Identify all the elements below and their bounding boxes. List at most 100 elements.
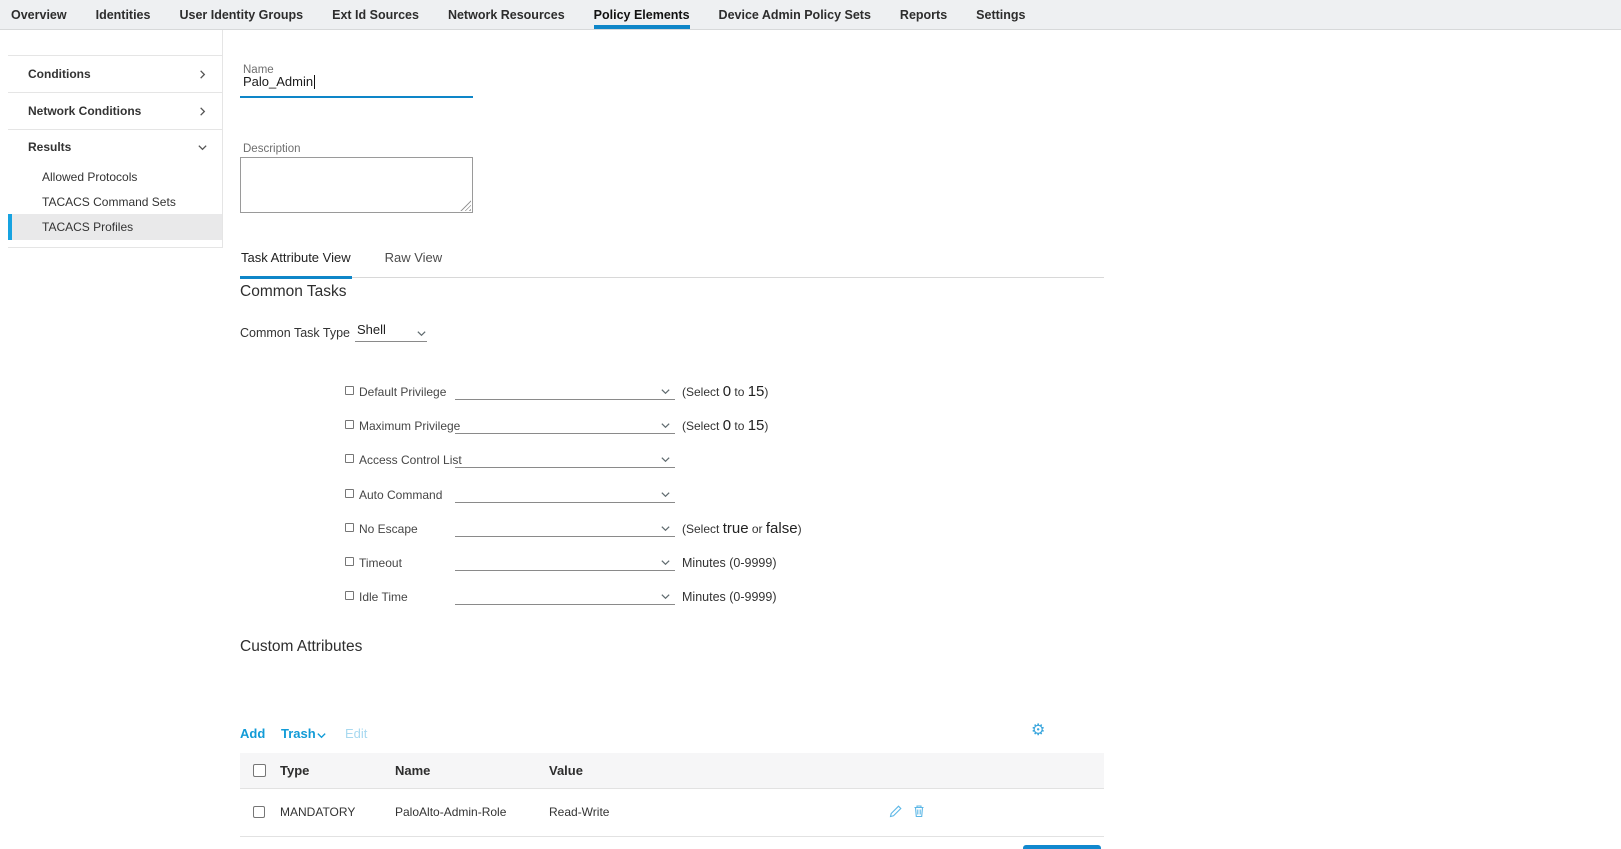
select-all-checkbox[interactable]	[253, 764, 266, 777]
task-row: Access Control List	[345, 451, 865, 473]
description-input[interactable]	[240, 157, 473, 213]
hint-part: 0	[723, 383, 731, 400]
hint-part: or	[749, 522, 766, 536]
hint-part: )	[764, 419, 768, 433]
hint-part: (Select	[682, 522, 723, 536]
chevron-down-icon[interactable]	[316, 730, 327, 741]
hint-part: false	[766, 520, 798, 537]
default-privilege-select[interactable]	[455, 383, 675, 400]
task-label: No Escape	[359, 522, 418, 536]
task-label: Default Privilege	[359, 385, 446, 399]
task-label: Idle Time	[359, 590, 408, 604]
hint-part: true	[723, 520, 749, 537]
cell-value: Read-Write	[549, 805, 609, 819]
sidebar-item-tacacs-command-sets[interactable]: TACACS Command Sets	[8, 189, 222, 214]
sidebar-item-label: TACACS Profiles	[42, 220, 133, 234]
chevron-down-icon	[197, 142, 208, 153]
hint-part: (Select	[682, 385, 723, 399]
auto-command-checkbox[interactable]	[345, 489, 354, 498]
trash-button[interactable]: Trash	[281, 726, 316, 741]
task-label: Timeout	[359, 556, 402, 570]
nav-item-reports[interactable]: Reports	[900, 0, 947, 29]
access-control-list-select[interactable]	[455, 451, 675, 468]
nav-item-ext-id-sources[interactable]: Ext Id Sources	[332, 0, 419, 29]
text-cursor	[314, 75, 315, 89]
sidebar-item-conditions[interactable]: Conditions	[8, 56, 222, 93]
name-input[interactable]: Palo_Admin	[240, 74, 473, 98]
task-hint: (Select 0 to 15)	[682, 383, 768, 401]
add-button[interactable]: Add	[240, 726, 265, 741]
sidebar-item-results[interactable]: Results	[8, 130, 222, 164]
nav-item-overview[interactable]: Overview	[11, 0, 67, 29]
column-header-type: Type	[280, 763, 309, 778]
hint-part: 0	[723, 417, 731, 434]
task-hint: Minutes (0-9999)	[682, 554, 777, 572]
task-row: No Escape (Select true or false)	[345, 520, 865, 542]
hint-part: Minutes (0-9999)	[682, 590, 777, 604]
no-escape-select[interactable]	[455, 520, 675, 537]
top-navigation: Overview Identities User Identity Groups…	[0, 0, 1621, 30]
hint-part: to	[731, 385, 748, 399]
nav-item-user-identity-groups[interactable]: User Identity Groups	[179, 0, 303, 29]
edit-button: Edit	[345, 726, 367, 741]
nav-item-network-resources[interactable]: Network Resources	[448, 0, 565, 29]
nav-item-device-admin-policy-sets[interactable]: Device Admin Policy Sets	[719, 0, 871, 29]
sidebar-item-label: Results	[28, 140, 71, 154]
table-row: MANDATORY PaloAlto-Admin-Role Read-Write	[240, 789, 1104, 837]
task-label: Auto Command	[359, 488, 442, 502]
hint-part: to	[731, 419, 748, 433]
hint-part: (Select	[682, 419, 723, 433]
sidebar-item-network-conditions[interactable]: Network Conditions	[8, 93, 222, 130]
access-control-list-checkbox[interactable]	[345, 454, 354, 463]
maximum-privilege-checkbox[interactable]	[345, 420, 354, 429]
nav-item-policy-elements[interactable]: Policy Elements	[594, 0, 690, 29]
sidebar-item-label: Allowed Protocols	[42, 170, 137, 184]
resize-handle-icon[interactable]	[460, 200, 471, 211]
chevron-right-icon	[197, 106, 208, 117]
common-task-type-select[interactable]: Shell	[355, 322, 427, 342]
hint-part: )	[798, 522, 802, 536]
view-tabs: Task Attribute View Raw View	[240, 247, 1104, 278]
timeout-select[interactable]	[455, 554, 675, 571]
task-row: Default Privilege (Select 0 to 15)	[345, 383, 865, 405]
common-task-type-value: Shell	[357, 322, 386, 337]
column-header-value: Value	[549, 763, 583, 778]
task-label: Maximum Privilege	[359, 419, 460, 433]
chevron-down-icon	[660, 420, 671, 431]
tab-raw-view[interactable]: Raw View	[384, 247, 444, 277]
idle-time-checkbox[interactable]	[345, 591, 354, 600]
nav-item-settings[interactable]: Settings	[976, 0, 1025, 29]
edit-icon[interactable]	[888, 803, 904, 819]
cell-name: PaloAlto-Admin-Role	[395, 805, 506, 819]
chevron-down-icon	[660, 454, 671, 465]
sidebar-item-allowed-protocols[interactable]: Allowed Protocols	[8, 164, 222, 189]
save-button[interactable]	[1023, 845, 1101, 849]
hint-part: 15	[748, 417, 765, 434]
task-hint: (Select true or false)	[682, 520, 802, 538]
custom-attributes-heading: Custom Attributes	[240, 638, 362, 656]
sidebar-item-label: Network Conditions	[28, 104, 141, 118]
maximum-privilege-select[interactable]	[455, 417, 675, 434]
sidebar-header	[8, 30, 222, 56]
chevron-down-icon	[660, 489, 671, 500]
timeout-checkbox[interactable]	[345, 557, 354, 566]
sidebar-item-tacacs-profiles[interactable]: TACACS Profiles	[8, 214, 222, 240]
settings-gear-icon[interactable]: ⚙	[1031, 722, 1045, 740]
tacacs-profile-page: Overview Identities User Identity Groups…	[0, 0, 1621, 849]
common-tasks-heading: Common Tasks	[240, 283, 347, 301]
default-privilege-checkbox[interactable]	[345, 386, 354, 395]
attributes-table-header: Type Name Value	[240, 753, 1104, 789]
delete-icon[interactable]	[911, 803, 927, 819]
task-label: Access Control List	[359, 453, 462, 467]
no-escape-checkbox[interactable]	[345, 523, 354, 532]
nav-item-identities[interactable]: Identities	[96, 0, 151, 29]
chevron-down-icon	[660, 591, 671, 602]
chevron-down-icon	[660, 386, 671, 397]
row-checkbox[interactable]	[253, 806, 265, 818]
task-hint: (Select 0 to 15)	[682, 417, 768, 435]
tab-task-attribute-view[interactable]: Task Attribute View	[240, 247, 352, 279]
common-task-type-label: Common Task Type	[240, 326, 350, 340]
auto-command-select[interactable]	[455, 486, 675, 503]
task-row: Maximum Privilege (Select 0 to 15)	[345, 417, 865, 439]
idle-time-select[interactable]	[455, 588, 675, 605]
